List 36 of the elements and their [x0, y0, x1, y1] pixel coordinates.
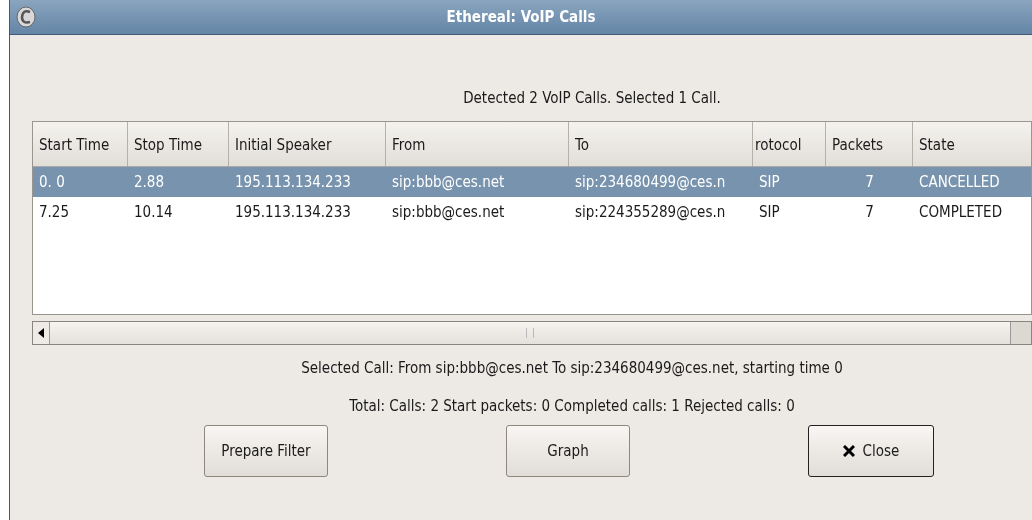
table-cell-text: 0. 0	[38, 173, 66, 191]
left-arrow-icon	[38, 328, 44, 338]
scroll-left-button[interactable]	[33, 322, 50, 344]
column-header[interactable]: Packets	[826, 122, 913, 166]
table-cell-text: sip:bbb@ces.net	[391, 173, 506, 191]
dialog-button[interactable]: Graph	[506, 425, 630, 477]
table-cell-text: sip:224355289@ces.n	[574, 203, 727, 221]
selected-call-text: Selected Call: From sip:bbb@ces.net To sip:234680499@ces.net, starting time 0	[300, 359, 844, 379]
window-title: Ethereal: VoIP Calls	[446, 8, 597, 26]
table-cell-text: SIP	[758, 203, 781, 221]
column-header[interactable]: To	[569, 122, 753, 166]
summary-text: Detected 2 VoIP Calls. Selected 1 Call.	[462, 89, 722, 109]
column-header[interactable]: Initial Speaker	[229, 122, 386, 166]
table-cell-text: sip:234680499@ces.n	[574, 173, 727, 191]
table-cell-text: 7.25	[38, 203, 71, 221]
table-row[interactable]: 7.25 10.14 195.113.134.233 sip:bbb@ces.net sip:224355289@ces.n SIP 7 COMPLETED	[33, 197, 1031, 227]
column-header[interactable]: rotocol	[753, 122, 826, 166]
table-cell-text: 195.113.134.233	[234, 203, 352, 221]
column-header[interactable]: From	[386, 122, 569, 166]
column-header[interactable]: Stop Time	[128, 122, 229, 166]
table-cell-text: SIP	[758, 173, 781, 191]
table-cell-text: COMPLETED	[918, 203, 1004, 221]
close-icon	[842, 445, 855, 457]
column-header[interactable]: State	[913, 122, 1031, 166]
table-cell-text: 195.113.134.233	[234, 173, 352, 191]
column-header[interactable]: Start Time	[33, 122, 128, 166]
table-cell-text: CANCELLED	[918, 173, 1001, 191]
table-cell-text: 10.14	[133, 203, 174, 221]
totals-text: Total: Calls: 2 Start packets: 0 Completed calls: 1 Rejected calls: 0	[348, 397, 796, 417]
table-cell-text: 2.88	[133, 173, 166, 191]
close-button[interactable]: Close	[808, 425, 934, 477]
table-cell-text: 7	[864, 173, 875, 191]
table-cell-text: 7	[864, 203, 875, 221]
dialog-button[interactable]: Prepare Filter	[204, 425, 328, 477]
table-cell-text: sip:bbb@ces.net	[391, 203, 506, 221]
app-logo-icon	[16, 6, 36, 28]
